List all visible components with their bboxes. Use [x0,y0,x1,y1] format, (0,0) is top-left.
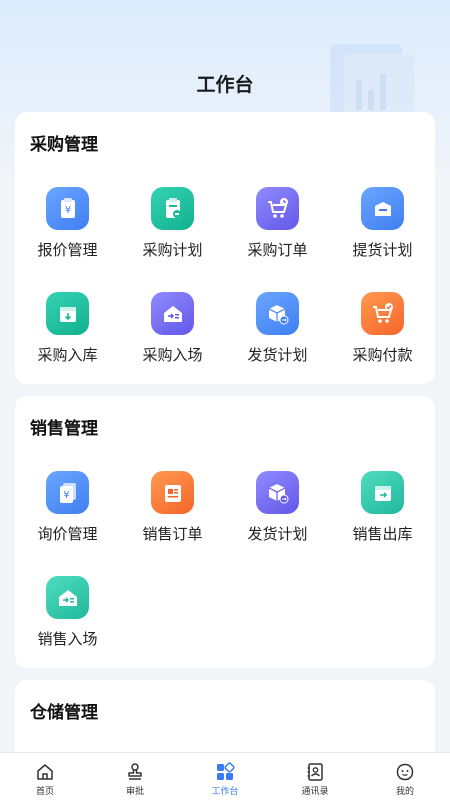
tab-label: 通讯录 [301,787,329,797]
header: 工作台 [0,0,450,120]
tab-approval[interactable]: 审批 [90,753,180,800]
svg-text:¥: ¥ [63,490,69,501]
contacts-icon [307,763,323,781]
entry-icon [151,292,194,335]
grid-item-label: 采购入库 [37,346,98,364]
page-title: 工作台 [196,74,254,96]
grid-item-sales-shipping-plan[interactable]: 发货计划 [225,471,330,561]
shipping-box-icon [256,471,299,514]
grid-item-sales-order[interactable]: 销售订单 [120,471,225,561]
workbench-icon [217,762,235,780]
entry-icon [46,576,89,619]
tab-label: 工作台 [211,787,239,797]
grid-item-label: 提货计划 [352,241,413,259]
pickup-box-icon [361,187,404,230]
grid-item-label: 销售出库 [352,525,413,543]
grid-item-label: 采购付款 [352,346,413,364]
section-title: 销售管理 [30,419,98,439]
tab-contacts[interactable]: 通讯录 [270,753,360,800]
cart-check-icon [361,292,404,335]
outbound-box-icon [361,471,404,514]
svg-text:¥: ¥ [64,205,70,216]
grid-item-purchase-plan[interactable]: 采购计划 [120,187,225,277]
grid-item-label: 采购计划 [142,241,203,259]
section-title: 仓储管理 [30,703,98,723]
grid-item-label: 采购入场 [142,346,203,364]
grid-item-sales-entry[interactable]: 销售入场 [15,576,120,666]
grid-item-purchase-entry[interactable]: 采购入场 [120,292,225,382]
shipping-box-icon [256,292,299,335]
grid-item-label: 发货计划 [247,346,308,364]
grid-item-shipping-plan[interactable]: 发货计划 [225,292,330,382]
grid-item-sales-outbound[interactable]: 销售出库 [330,471,435,561]
grid-item-purchase-inbound[interactable]: 采购入库 [15,292,120,382]
grid-item-purchase-payment[interactable]: 采购付款 [330,292,435,382]
grid-item-label: 销售订单 [142,525,203,543]
tab-label: 首页 [35,787,54,797]
profile-icon [396,763,414,781]
tab-label: 审批 [125,787,144,797]
grid-item-label: 询价管理 [37,525,98,543]
purchase-plan-icon [151,187,194,230]
grid-item-purchase-order[interactable]: 采购订单 [225,187,330,277]
grid-item-pickup-plan[interactable]: 提货计划 [330,187,435,277]
grid-item-label: 报价管理 [37,241,98,259]
grid-item-label: 销售入场 [37,630,98,648]
stamp-icon [128,763,142,780]
purchase-management-card: 采购管理 ¥ 报价管理 采购计划 采购订单 提货计划 采购入库 采购入场 发货计… [15,112,435,384]
grid-item-quote-management[interactable]: ¥ 报价管理 [15,187,120,277]
tab-workbench[interactable]: 工作台 [180,753,270,800]
tab-home[interactable]: 首页 [0,753,90,800]
section-title: 采购管理 [30,135,98,155]
grid-item-label: 发货计划 [247,525,308,543]
tab-label: 我的 [395,787,414,797]
sales-order-icon [151,471,194,514]
grid-item-label: 采购订单 [247,241,308,259]
grid-item-inquiry-management[interactable]: ¥ 询价管理 [15,471,120,561]
quote-icon: ¥ [46,187,89,230]
bottom-tab-bar: 首页 审批 工作台 通讯录 我的 [0,752,450,800]
sales-management-card: 销售管理 ¥ 询价管理 销售订单 发货计划 销售出库 销售入场 [15,396,435,668]
inbound-box-icon [46,292,89,335]
inquiry-icon: ¥ [46,471,89,514]
tab-profile[interactable]: 我的 [360,753,450,800]
home-icon [37,764,53,780]
cart-clock-icon [256,187,299,230]
